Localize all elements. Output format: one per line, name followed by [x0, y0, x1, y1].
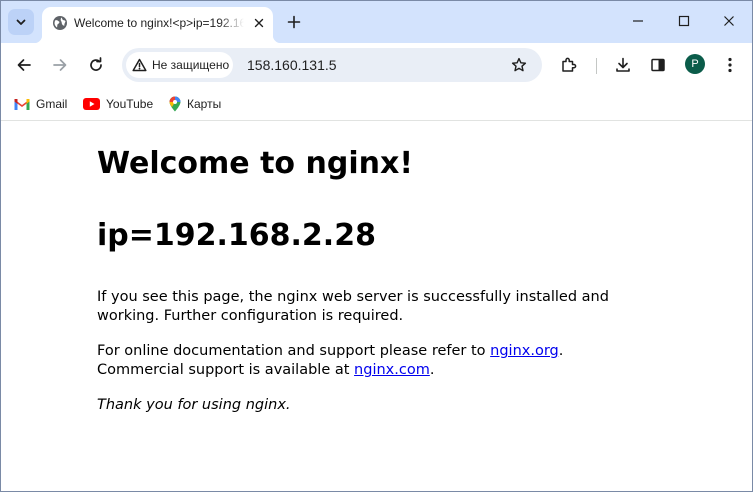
- window-close-button[interactable]: [706, 1, 752, 41]
- tab-strip: Welcome to nginx!<p>ip=192.168.2.28: [1, 1, 752, 43]
- forward-arrow-icon: [53, 59, 67, 71]
- warning-icon: [132, 58, 147, 72]
- page-viewport: Welcome to nginx! ip=192.168.2.28 If you…: [1, 122, 752, 491]
- window-close-icon: [724, 16, 734, 26]
- bookmarks-bar: Gmail YouTube Карты: [1, 87, 752, 121]
- bookmark-label: Gmail: [36, 97, 68, 111]
- reload-icon: [90, 57, 102, 71]
- tab-close-button[interactable]: [249, 13, 269, 33]
- thank-you-text: Thank you for using nginx.: [97, 397, 291, 413]
- profile-avatar[interactable]: P: [685, 54, 705, 74]
- docs-line-1: For online documentation and support ple…: [97, 342, 563, 361]
- toolbar: Не защищено 158.160.131.5: [1, 43, 752, 87]
- star-icon: [511, 57, 527, 72]
- extensions-button[interactable]: [554, 50, 584, 80]
- docs-text: For online documentation and support ple…: [97, 343, 491, 359]
- menu-button[interactable]: [715, 50, 745, 80]
- security-label: Не защищено: [152, 58, 230, 72]
- back-button[interactable]: [9, 50, 39, 80]
- forward-button[interactable]: [45, 50, 75, 80]
- tab-active[interactable]: Welcome to nginx!<p>ip=192.168.2.28: [34, 7, 281, 43]
- reload-button[interactable]: [81, 50, 111, 80]
- bookmark-maps[interactable]: Карты: [169, 93, 221, 115]
- address-bar[interactable]: Не защищено 158.160.131.5: [122, 48, 542, 82]
- side-panel-icon: [651, 58, 665, 72]
- tab-title: Welcome to nginx!<p>ip=192.168.2.28: [74, 16, 244, 30]
- maximize-button[interactable]: [661, 1, 707, 41]
- browser-window: Welcome to nginx!<p>ip=192.168.2.28: [0, 0, 753, 492]
- docs-paragraph: For online documentation and support ple…: [97, 342, 563, 380]
- bookmark-label: Карты: [187, 97, 222, 111]
- tab-search-icon: [16, 19, 26, 25]
- youtube-icon: [83, 98, 100, 110]
- bookmark-star-button[interactable]: [507, 53, 531, 77]
- gmail-icon: [14, 99, 30, 110]
- side-panel-button[interactable]: [643, 50, 673, 80]
- kebab-menu-icon: [728, 57, 732, 73]
- nginx-org-link[interactable]: nginx.org: [490, 343, 559, 359]
- url-text[interactable]: 158.160.131.5: [247, 57, 337, 73]
- intro-line-1: If you see this page, the nginx web serv…: [97, 289, 609, 305]
- maximize-icon: [678, 15, 690, 27]
- bookmark-gmail[interactable]: Gmail: [14, 93, 67, 115]
- commercial-text: Commercial support is available at: [97, 362, 355, 378]
- bookmark-youtube[interactable]: YouTube: [83, 93, 153, 115]
- downloads-button[interactable]: [608, 50, 638, 80]
- new-tab-button[interactable]: [282, 10, 306, 34]
- plus-icon: [287, 15, 301, 29]
- globe-icon: [53, 16, 67, 30]
- page-heading: Welcome to nginx!: [97, 146, 413, 181]
- punctuation: .: [429, 362, 435, 378]
- punctuation: .: [558, 343, 564, 359]
- tab-search-button[interactable]: [8, 9, 34, 35]
- extensions-icon: [562, 57, 577, 72]
- maps-icon: [169, 96, 181, 112]
- intro-paragraph: If you see this page, the nginx web serv…: [97, 288, 609, 326]
- minimize-icon: [633, 20, 643, 22]
- security-chip[interactable]: Не защищено: [126, 52, 233, 78]
- nginx-com-link[interactable]: nginx.com: [354, 362, 430, 378]
- page-heading-ip: ip=192.168.2.28: [97, 218, 376, 253]
- intro-line-2: working. Further configuration is requir…: [97, 308, 404, 324]
- bookmark-label: YouTube: [106, 97, 154, 111]
- download-icon: [616, 57, 630, 72]
- minimize-button[interactable]: [615, 1, 661, 41]
- toolbar-separator: [596, 58, 597, 74]
- back-arrow-icon: [17, 59, 31, 71]
- docs-line-2: Commercial support is available at nginx…: [97, 361, 563, 380]
- close-icon: [254, 18, 264, 28]
